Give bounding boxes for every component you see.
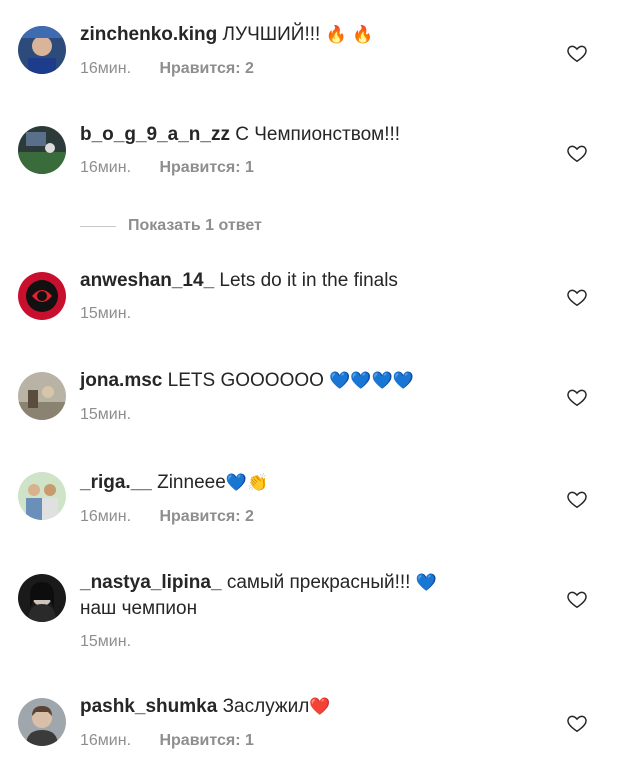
view-replies[interactable]: Показать 1 ответ bbox=[80, 214, 262, 238]
avatar[interactable] bbox=[18, 126, 66, 174]
avatar[interactable] bbox=[18, 272, 66, 320]
comment-username[interactable]: pashk_shumka bbox=[80, 696, 217, 717]
like-heart-icon[interactable] bbox=[566, 588, 588, 610]
avatar[interactable] bbox=[18, 574, 66, 622]
blue-heart-emoji: 💙💙💙💙 bbox=[329, 371, 414, 391]
avatar[interactable] bbox=[18, 698, 66, 746]
avatar[interactable] bbox=[18, 372, 66, 420]
like-heart-icon[interactable] bbox=[566, 488, 588, 510]
red-heart-emoji: ❤️ bbox=[309, 697, 331, 717]
comment-username[interactable]: jona.msc bbox=[80, 370, 162, 391]
comment-time: 16мин. bbox=[80, 159, 132, 176]
comment-time: 15мин. bbox=[80, 633, 132, 650]
comment-text: Заслужил bbox=[222, 696, 310, 717]
avatar[interactable] bbox=[18, 26, 66, 74]
divider-line bbox=[80, 225, 116, 227]
likes-count-link[interactable]: Нравится: 1 bbox=[159, 731, 253, 751]
like-heart-icon[interactable] bbox=[566, 386, 588, 408]
blue-heart-emoji: 💙 bbox=[415, 573, 437, 593]
comment-username[interactable]: b_o_g_9_a_n_zz bbox=[80, 124, 230, 145]
likes-count-link[interactable]: Нравится: 1 bbox=[159, 158, 253, 178]
comment-username[interactable]: anweshan_14_ bbox=[80, 270, 214, 291]
comment-text: ЛУЧШИЙ!!! bbox=[222, 24, 321, 45]
comment-time: 15мин. bbox=[80, 305, 132, 322]
like-heart-icon[interactable] bbox=[566, 142, 588, 164]
comment-text: С Чемпионством!!! bbox=[235, 124, 401, 145]
comment-text: самый прекрасный!!! bbox=[226, 572, 411, 593]
view-replies-label[interactable]: Показать 1 ответ bbox=[128, 217, 262, 235]
comment-username[interactable]: _nastya_lipina_ bbox=[80, 572, 222, 593]
comment-time: 16мин. bbox=[80, 732, 132, 749]
likes-count-link[interactable]: Нравится: 2 bbox=[159, 59, 253, 79]
like-heart-icon[interactable] bbox=[566, 712, 588, 734]
fire-emoji: 🔥 🔥 bbox=[325, 25, 374, 45]
comment-text: LETS GOOOOOO bbox=[167, 370, 324, 391]
comment-username[interactable]: zinchenko.king bbox=[80, 24, 217, 45]
like-heart-icon[interactable] bbox=[566, 42, 588, 64]
comment-time: 16мин. bbox=[80, 60, 132, 77]
like-heart-icon[interactable] bbox=[566, 286, 588, 308]
blue-heart-clap-emoji: 💙👏 bbox=[225, 473, 269, 493]
comment-username[interactable]: _riga.__ bbox=[80, 472, 152, 493]
comment-time: 15мин. bbox=[80, 406, 132, 423]
likes-count-link[interactable]: Нравится: 2 bbox=[159, 507, 253, 527]
avatar[interactable] bbox=[18, 472, 66, 520]
comment-text-continued: наш чемпион bbox=[80, 598, 198, 619]
comment-time: 16мин. bbox=[80, 508, 132, 525]
comment-text: Zinneee bbox=[157, 472, 226, 493]
comment-text: Lets do it in the finals bbox=[219, 270, 398, 291]
